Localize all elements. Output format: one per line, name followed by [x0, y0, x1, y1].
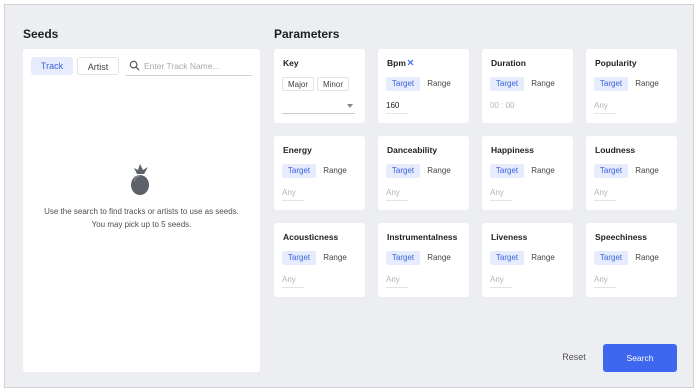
- param-card-energy: Energy Target Range Any: [274, 136, 365, 210]
- duration-time-input[interactable]: 00 : 00: [490, 99, 514, 113]
- speechiness-range-button[interactable]: Range: [630, 251, 664, 265]
- param-card-speechiness: Speechiness Target Range Any: [586, 223, 677, 297]
- popularity-target-button[interactable]: Target: [594, 77, 628, 91]
- param-title-speechiness: Speechiness: [595, 232, 647, 242]
- instrumentalness-target-button[interactable]: Target: [386, 251, 420, 265]
- seeds-title: Seeds: [23, 27, 59, 41]
- parameters-title: Parameters: [274, 27, 340, 41]
- param-card-bpm: Bpm Target Range 160: [378, 49, 469, 123]
- acousticness-input[interactable]: Any: [282, 273, 304, 288]
- energy-input[interactable]: Any: [282, 186, 304, 201]
- param-card-instrumentalness: Instrumentalness Target Range Any: [378, 223, 469, 297]
- search-button[interactable]: Search: [603, 344, 677, 372]
- instrumentalness-range-button[interactable]: Range: [422, 251, 456, 265]
- param-card-loudness: Loudness Target Range Any: [586, 136, 677, 210]
- key-minor-button[interactable]: Minor: [317, 77, 349, 91]
- happiness-target-button[interactable]: Target: [490, 164, 524, 178]
- duration-range-button[interactable]: Range: [526, 77, 560, 91]
- track-search-input[interactable]: [144, 59, 250, 73]
- param-title-loudness: Loudness: [595, 145, 636, 155]
- key-major-button[interactable]: Major: [282, 77, 314, 91]
- param-title-bpm: Bpm: [387, 58, 406, 68]
- duration-target-button[interactable]: Target: [490, 77, 524, 91]
- param-card-danceability: Danceability Target Range Any: [378, 136, 469, 210]
- danceability-target-button[interactable]: Target: [386, 164, 420, 178]
- param-title-liveness: Liveness: [491, 232, 528, 242]
- param-title-popularity: Popularity: [595, 58, 637, 68]
- param-card-duration: Duration Target Range 00 : 00: [482, 49, 573, 123]
- param-card-liveness: Liveness Target Range Any: [482, 223, 573, 297]
- param-title-acousticness: Acousticness: [283, 232, 339, 242]
- energy-range-button[interactable]: Range: [318, 164, 352, 178]
- reset-button[interactable]: Reset: [557, 344, 591, 370]
- chevron-down-icon: [347, 104, 353, 108]
- bpm-target-button[interactable]: Target: [386, 77, 420, 91]
- search-box: [126, 57, 252, 76]
- danceability-input[interactable]: Any: [386, 186, 408, 201]
- param-title-happiness: Happiness: [491, 145, 534, 155]
- loudness-target-button[interactable]: Target: [594, 164, 628, 178]
- param-card-key: Key Major Minor: [274, 49, 365, 123]
- happiness-input[interactable]: Any: [490, 186, 512, 201]
- param-title-key: Key: [283, 58, 299, 68]
- param-card-acousticness: Acousticness Target Range Any: [274, 223, 365, 297]
- tab-track[interactable]: Track: [31, 57, 73, 75]
- param-title-energy: Energy: [283, 145, 312, 155]
- instrumentalness-input[interactable]: Any: [386, 273, 408, 288]
- search-icon: [129, 60, 140, 71]
- clear-bpm-icon[interactable]: [407, 59, 414, 66]
- param-title-duration: Duration: [491, 58, 526, 68]
- energy-target-button[interactable]: Target: [282, 164, 316, 178]
- seeds-empty-message: Use the search to find tracks or artists…: [44, 207, 239, 229]
- tab-artist[interactable]: Artist: [77, 57, 119, 75]
- acousticness-range-button[interactable]: Range: [318, 251, 352, 265]
- param-card-popularity: Popularity Target Range Any: [586, 49, 677, 123]
- danceability-range-button[interactable]: Range: [422, 164, 456, 178]
- seeds-panel: Track Artist Use the search to find trac…: [23, 49, 260, 372]
- speechiness-input[interactable]: Any: [594, 273, 616, 288]
- liveness-target-button[interactable]: Target: [490, 251, 524, 265]
- acousticness-target-button[interactable]: Target: [282, 251, 316, 265]
- param-card-happiness: Happiness Target Range Any: [482, 136, 573, 210]
- speechiness-target-button[interactable]: Target: [594, 251, 628, 265]
- loudness-input[interactable]: Any: [594, 186, 616, 201]
- bpm-input[interactable]: 160: [386, 99, 408, 114]
- popularity-input[interactable]: Any: [594, 99, 616, 114]
- param-title-danceability: Danceability: [387, 145, 438, 155]
- bpm-range-button[interactable]: Range: [422, 77, 456, 91]
- seed-bag-icon: [131, 164, 149, 195]
- popularity-range-button[interactable]: Range: [630, 77, 664, 91]
- liveness-input[interactable]: Any: [490, 273, 512, 288]
- loudness-range-button[interactable]: Range: [630, 164, 664, 178]
- happiness-range-button[interactable]: Range: [526, 164, 560, 178]
- param-title-instrumentalness: Instrumentalness: [387, 232, 458, 242]
- liveness-range-button[interactable]: Range: [526, 251, 560, 265]
- key-select[interactable]: [282, 99, 355, 114]
